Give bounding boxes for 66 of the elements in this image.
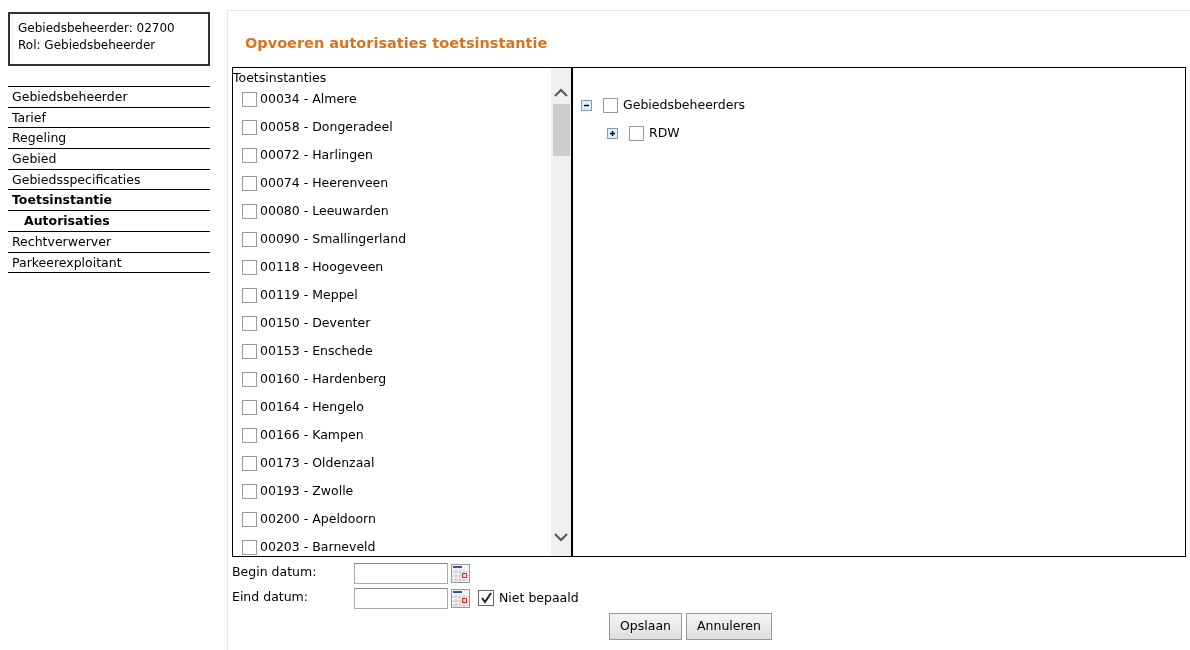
list-item-label: 00160 - Hardenberg bbox=[260, 370, 387, 389]
checkbox[interactable] bbox=[242, 316, 257, 332]
checkbox[interactable] bbox=[242, 176, 257, 192]
list-item-label: 00193 - Zwolle bbox=[260, 482, 354, 501]
checkbox[interactable] bbox=[242, 148, 257, 164]
tree-node-label: RDW bbox=[649, 124, 680, 143]
checkbox[interactable] bbox=[242, 288, 257, 304]
date-field[interactable] bbox=[354, 587, 448, 609]
calendar-icon[interactable] bbox=[451, 588, 470, 608]
checkbox[interactable] bbox=[242, 456, 257, 472]
menu-item[interactable]: Tarief bbox=[8, 107, 210, 129]
list-item-label: 00074 - Heerenveen bbox=[260, 174, 389, 193]
list-item-label: 00150 - Deventer bbox=[260, 314, 371, 333]
date-field[interactable] bbox=[354, 562, 448, 584]
list-item-label: 00080 - Leeuwarden bbox=[260, 202, 389, 221]
expand-icon[interactable] bbox=[607, 128, 618, 140]
checkbox[interactable] bbox=[242, 540, 257, 556]
menu-item[interactable]: Parkeerexploitant bbox=[8, 252, 210, 274]
list-item-label: 00119 - Meppel bbox=[260, 286, 358, 305]
checkbox[interactable] bbox=[242, 512, 257, 528]
checkbox[interactable] bbox=[242, 344, 257, 360]
list-item-label: 00058 - Dongeradeel bbox=[260, 118, 393, 137]
menu-item[interactable]: Gebiedsbeheerder bbox=[8, 87, 210, 108]
list-item-label: 00034 - Almere bbox=[260, 90, 357, 109]
list-item-label: 00072 - Harlingen bbox=[260, 146, 373, 165]
scroll-down-icon[interactable] bbox=[554, 531, 568, 542]
calendar-icon[interactable] bbox=[451, 563, 470, 583]
checkbox[interactable] bbox=[242, 232, 257, 248]
list-item-label: 00203 - Barneveld bbox=[260, 538, 376, 556]
checkbox[interactable] bbox=[242, 204, 257, 220]
checkbox[interactable] bbox=[242, 400, 257, 416]
checkbox-label: Niet bepaald bbox=[499, 588, 579, 607]
list-item-label: 00164 - Hengelo bbox=[260, 398, 364, 417]
scrollbar[interactable] bbox=[551, 67, 571, 556]
menu-item[interactable]: Rechtverwerver bbox=[8, 231, 210, 253]
checkbox[interactable] bbox=[242, 92, 257, 108]
save-button[interactable]: Opslaan bbox=[609, 612, 682, 640]
collapse-icon[interactable] bbox=[581, 100, 592, 112]
list-item-label: 00173 - Oldenzaal bbox=[260, 454, 375, 473]
field-label: Begin datum: bbox=[232, 562, 318, 581]
list-item-label: 00200 - Apeldoorn bbox=[260, 510, 376, 529]
checkbox[interactable] bbox=[629, 126, 644, 142]
checkbox[interactable] bbox=[242, 484, 257, 500]
menu-item[interactable]: Autorisaties bbox=[8, 211, 210, 232]
scroll-thumb[interactable] bbox=[552, 103, 570, 156]
scroll-up-icon[interactable] bbox=[554, 87, 568, 98]
checkbox[interactable] bbox=[478, 590, 494, 607]
tree-node-label: Gebiedsbeheerders bbox=[623, 96, 746, 115]
menu-item[interactable]: Gebied bbox=[8, 149, 210, 170]
list-item-label: 00153 - Enschede bbox=[260, 342, 373, 361]
list-item-label: 00118 - Hoogeveen bbox=[260, 258, 384, 277]
checkbox[interactable] bbox=[242, 372, 257, 388]
checkbox[interactable] bbox=[603, 98, 618, 114]
page-title: Opvoeren autorisaties toetsinstantie bbox=[245, 34, 549, 53]
menu-item[interactable]: Regeling bbox=[8, 128, 210, 150]
checkbox[interactable] bbox=[242, 120, 257, 136]
menu-item[interactable]: Toetsinstantie bbox=[8, 190, 210, 212]
list-item-label: 00166 - Kampen bbox=[260, 426, 364, 445]
user-info-box: Gebiedsbeheerder: 02700 Rol: Gebiedsbeheerder bbox=[8, 12, 210, 66]
list-heading: Toetsinstanties bbox=[233, 68, 328, 86]
list-item-label: 00090 - Smallingerland bbox=[260, 230, 407, 249]
checkbox[interactable] bbox=[242, 260, 257, 276]
checkbox[interactable] bbox=[242, 428, 257, 444]
field-label: Eind datum: bbox=[232, 587, 309, 606]
cancel-button[interactable]: Annuleren bbox=[686, 612, 772, 640]
menu-item[interactable]: Gebiedsspecificaties bbox=[8, 169, 210, 191]
